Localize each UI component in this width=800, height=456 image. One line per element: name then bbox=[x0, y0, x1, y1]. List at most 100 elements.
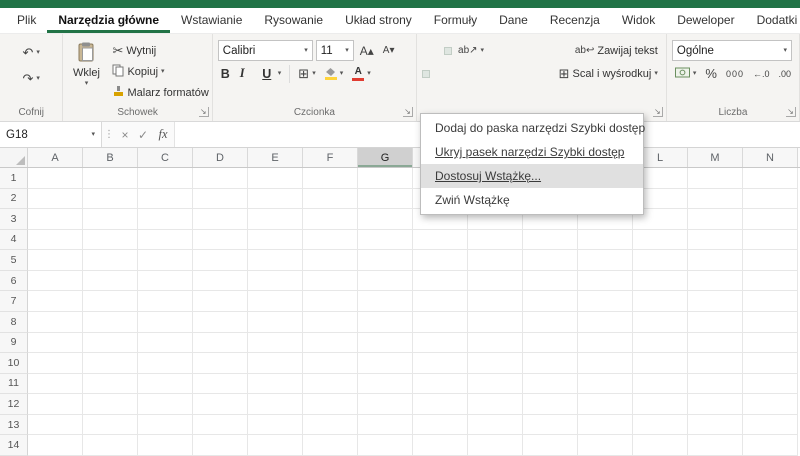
cell-N11[interactable] bbox=[743, 373, 798, 395]
cell-L13[interactable] bbox=[633, 414, 688, 436]
cell-H8[interactable] bbox=[413, 311, 468, 333]
cell-N5[interactable] bbox=[743, 250, 798, 271]
cell-I8[interactable] bbox=[468, 311, 523, 333]
cell-N2[interactable] bbox=[743, 188, 798, 210]
cell-N14[interactable] bbox=[743, 435, 798, 456]
context-menu-item-1[interactable]: Dodaj do paska narzędzi Szybki dostęp bbox=[421, 116, 645, 140]
cell-C9[interactable] bbox=[138, 332, 193, 354]
cell-D7[interactable] bbox=[193, 291, 248, 312]
alignment-dialog-launcher[interactable]: ↘ bbox=[652, 107, 663, 117]
cell-G1[interactable] bbox=[358, 168, 413, 189]
cell-C1[interactable] bbox=[138, 168, 193, 189]
column-header-M[interactable]: M bbox=[688, 148, 743, 167]
cell-C7[interactable] bbox=[138, 291, 193, 312]
cell-I5[interactable] bbox=[468, 250, 523, 271]
cell-L11[interactable] bbox=[633, 373, 688, 395]
column-header-F[interactable]: F bbox=[303, 148, 358, 167]
cell-I7[interactable] bbox=[468, 291, 523, 312]
align-left-button[interactable] bbox=[422, 69, 431, 78]
cell-G13[interactable] bbox=[358, 414, 413, 436]
cell-L10[interactable] bbox=[633, 353, 688, 374]
cell-F2[interactable] bbox=[303, 188, 358, 210]
cell-C12[interactable] bbox=[138, 394, 193, 415]
cell-L12[interactable] bbox=[633, 394, 688, 415]
row-header-2[interactable]: 2 bbox=[0, 188, 28, 210]
cell-M6[interactable] bbox=[688, 270, 743, 292]
cell-A12[interactable] bbox=[28, 394, 83, 415]
cell-K12[interactable] bbox=[578, 394, 633, 415]
cell-M2[interactable] bbox=[688, 188, 743, 210]
cell-G5[interactable] bbox=[358, 250, 413, 271]
cell-K6[interactable] bbox=[578, 270, 633, 292]
redo-button[interactable]: ↷ ▾ bbox=[20, 71, 43, 86]
cell-J14[interactable] bbox=[523, 435, 578, 456]
row-header-4[interactable]: 4 bbox=[0, 229, 28, 251]
cell-I11[interactable] bbox=[468, 373, 523, 395]
cell-G8[interactable] bbox=[358, 311, 413, 333]
cell-N12[interactable] bbox=[743, 394, 798, 415]
cell-A4[interactable] bbox=[28, 229, 83, 251]
cell-K10[interactable] bbox=[578, 353, 633, 374]
cell-E5[interactable] bbox=[248, 250, 303, 271]
bold-button[interactable]: B bbox=[218, 66, 234, 82]
cell-B10[interactable] bbox=[83, 353, 138, 374]
cell-G2[interactable] bbox=[358, 188, 413, 210]
cell-E3[interactable] bbox=[248, 209, 303, 230]
cell-A10[interactable] bbox=[28, 353, 83, 374]
cell-E14[interactable] bbox=[248, 435, 303, 456]
tab-dane[interactable]: Dane bbox=[488, 8, 539, 33]
cell-M12[interactable] bbox=[688, 394, 743, 415]
cell-F9[interactable] bbox=[303, 332, 358, 354]
copy-button[interactable]: Kopiuj ▾ bbox=[109, 61, 211, 82]
cell-M1[interactable] bbox=[688, 168, 743, 189]
tab-deweloper[interactable]: Deweloper bbox=[666, 8, 745, 33]
format-painter-button[interactable]: Malarz formatów bbox=[109, 82, 211, 103]
row-header-9[interactable]: 9 bbox=[0, 332, 28, 354]
cell-C8[interactable] bbox=[138, 311, 193, 333]
align-bottom-button[interactable] bbox=[444, 46, 453, 55]
cell-B6[interactable] bbox=[83, 270, 138, 292]
cell-J8[interactable] bbox=[523, 311, 578, 333]
cell-H13[interactable] bbox=[413, 414, 468, 436]
tab-widok[interactable]: Widok bbox=[611, 8, 666, 33]
cell-C2[interactable] bbox=[138, 188, 193, 210]
cell-A13[interactable] bbox=[28, 414, 83, 436]
cell-K11[interactable] bbox=[578, 373, 633, 395]
cell-N7[interactable] bbox=[743, 291, 798, 312]
cancel-button[interactable]: × bbox=[116, 122, 134, 147]
tab-rysowanie[interactable]: Rysowanie bbox=[253, 8, 334, 33]
decrease-indent-button[interactable] bbox=[455, 70, 463, 78]
column-header-E[interactable]: E bbox=[248, 148, 303, 167]
cell-H7[interactable] bbox=[413, 291, 468, 312]
cell-E11[interactable] bbox=[248, 373, 303, 395]
cell-A2[interactable] bbox=[28, 188, 83, 210]
cell-D6[interactable] bbox=[193, 270, 248, 292]
cell-F1[interactable] bbox=[303, 168, 358, 189]
tab-recenzja[interactable]: Recenzja bbox=[539, 8, 611, 33]
cell-B11[interactable] bbox=[83, 373, 138, 395]
cell-J13[interactable] bbox=[523, 414, 578, 436]
cell-M7[interactable] bbox=[688, 291, 743, 312]
cell-L14[interactable] bbox=[633, 435, 688, 456]
cell-C11[interactable] bbox=[138, 373, 193, 395]
comma-style-button[interactable]: 000 bbox=[723, 68, 747, 80]
enter-button[interactable]: ✓ bbox=[134, 122, 152, 147]
cell-G9[interactable] bbox=[358, 332, 413, 354]
column-header-G[interactable]: G bbox=[358, 148, 413, 167]
cell-M8[interactable] bbox=[688, 311, 743, 333]
cell-F3[interactable] bbox=[303, 209, 358, 230]
cell-M13[interactable] bbox=[688, 414, 743, 436]
column-header-D[interactable]: D bbox=[193, 148, 248, 167]
cell-J12[interactable] bbox=[523, 394, 578, 415]
increase-decimal-button[interactable]: ←.0 bbox=[750, 68, 773, 80]
row-header-3[interactable]: 3 bbox=[0, 209, 28, 230]
cell-B5[interactable] bbox=[83, 250, 138, 271]
cell-D8[interactable] bbox=[193, 311, 248, 333]
cell-B8[interactable] bbox=[83, 311, 138, 333]
cell-N1[interactable] bbox=[743, 168, 798, 189]
align-middle-button[interactable] bbox=[433, 47, 441, 55]
cell-H4[interactable] bbox=[413, 229, 468, 251]
tab-formuły[interactable]: Formuły bbox=[423, 8, 488, 33]
cell-A6[interactable] bbox=[28, 270, 83, 292]
borders-button[interactable]: ⊞ ▾ bbox=[295, 66, 318, 81]
